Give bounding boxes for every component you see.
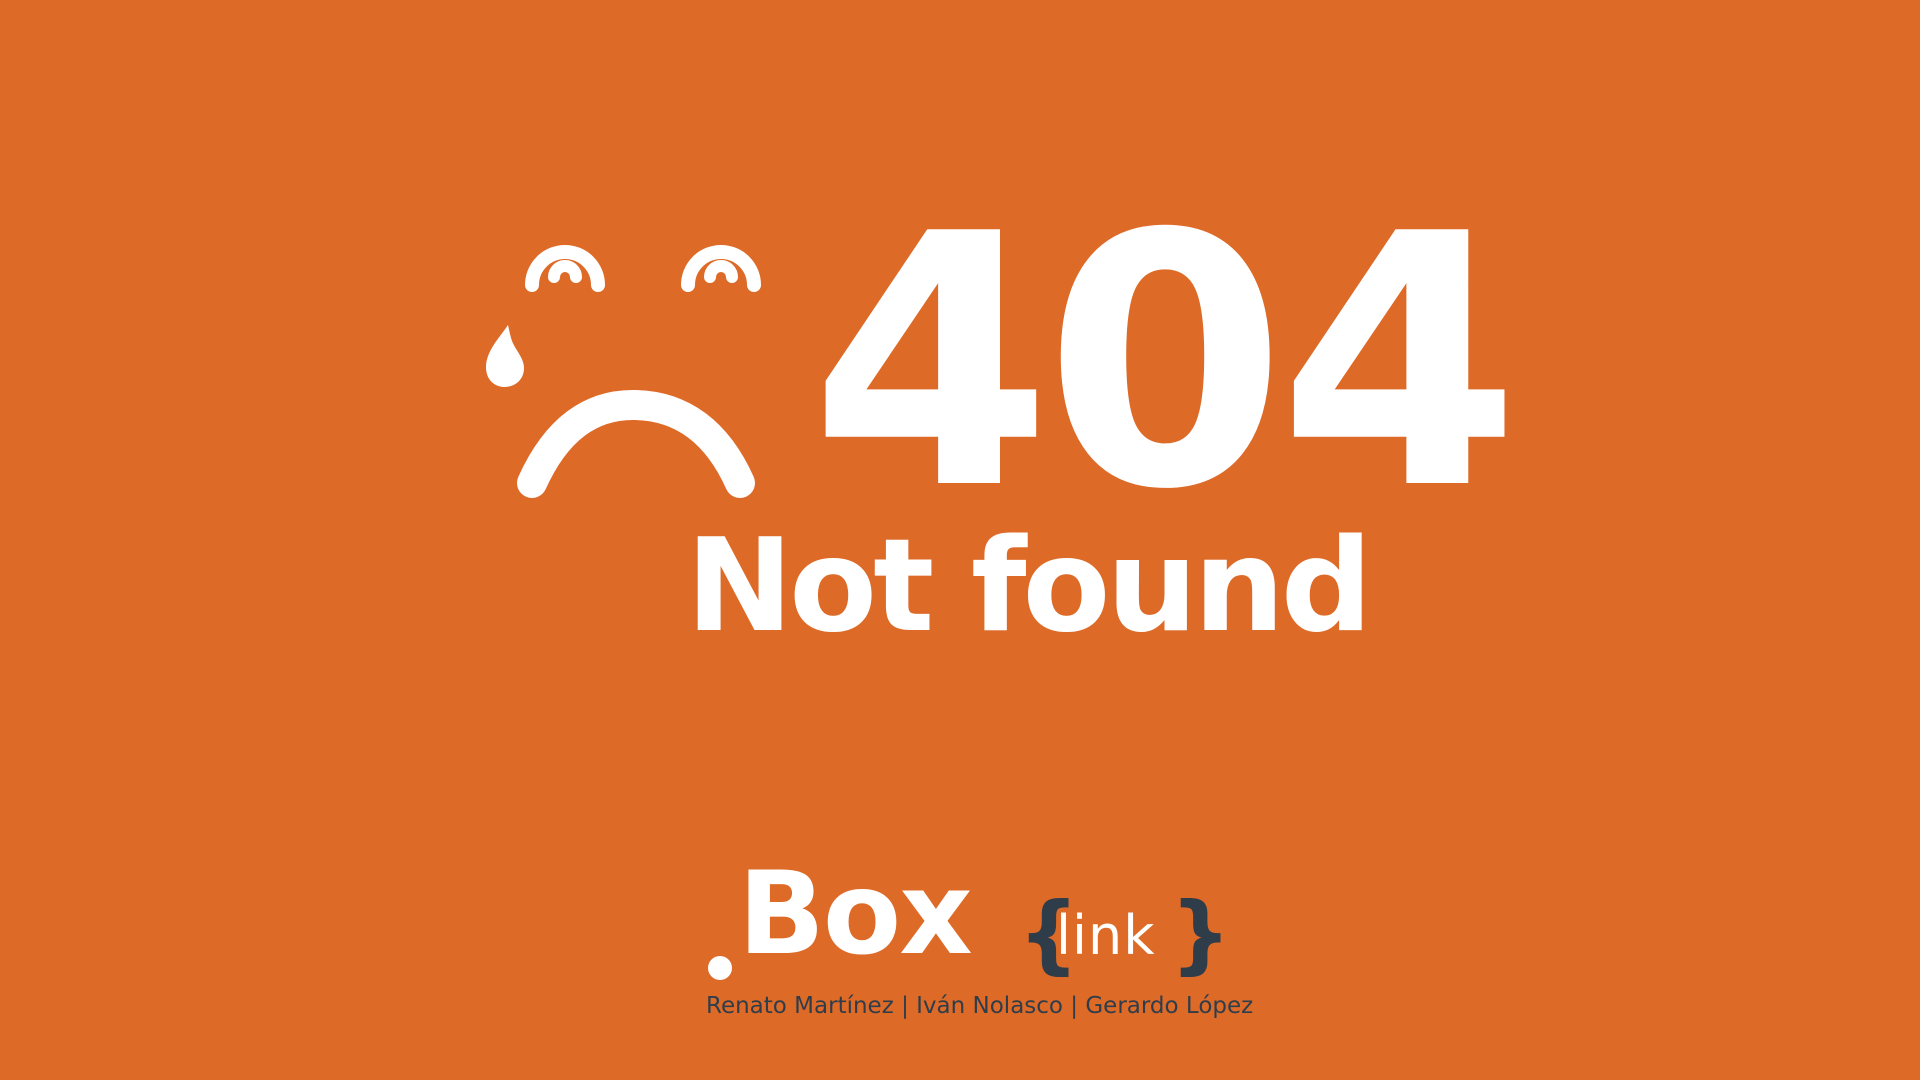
logo-dot (708, 956, 732, 980)
logo-brace-close: } (1170, 884, 1232, 984)
logo-sub: link (1056, 904, 1156, 967)
authors-credits: Renato Martínez | Iván Nolasco | Gerardo… (706, 993, 1254, 1019)
sad-face-icon (470, 225, 790, 505)
brand-logo: Box { link } (700, 847, 1231, 984)
error-code: 404 (810, 161, 1520, 566)
error-message: Not found (686, 512, 1372, 661)
logo-name: Box (738, 847, 973, 980)
